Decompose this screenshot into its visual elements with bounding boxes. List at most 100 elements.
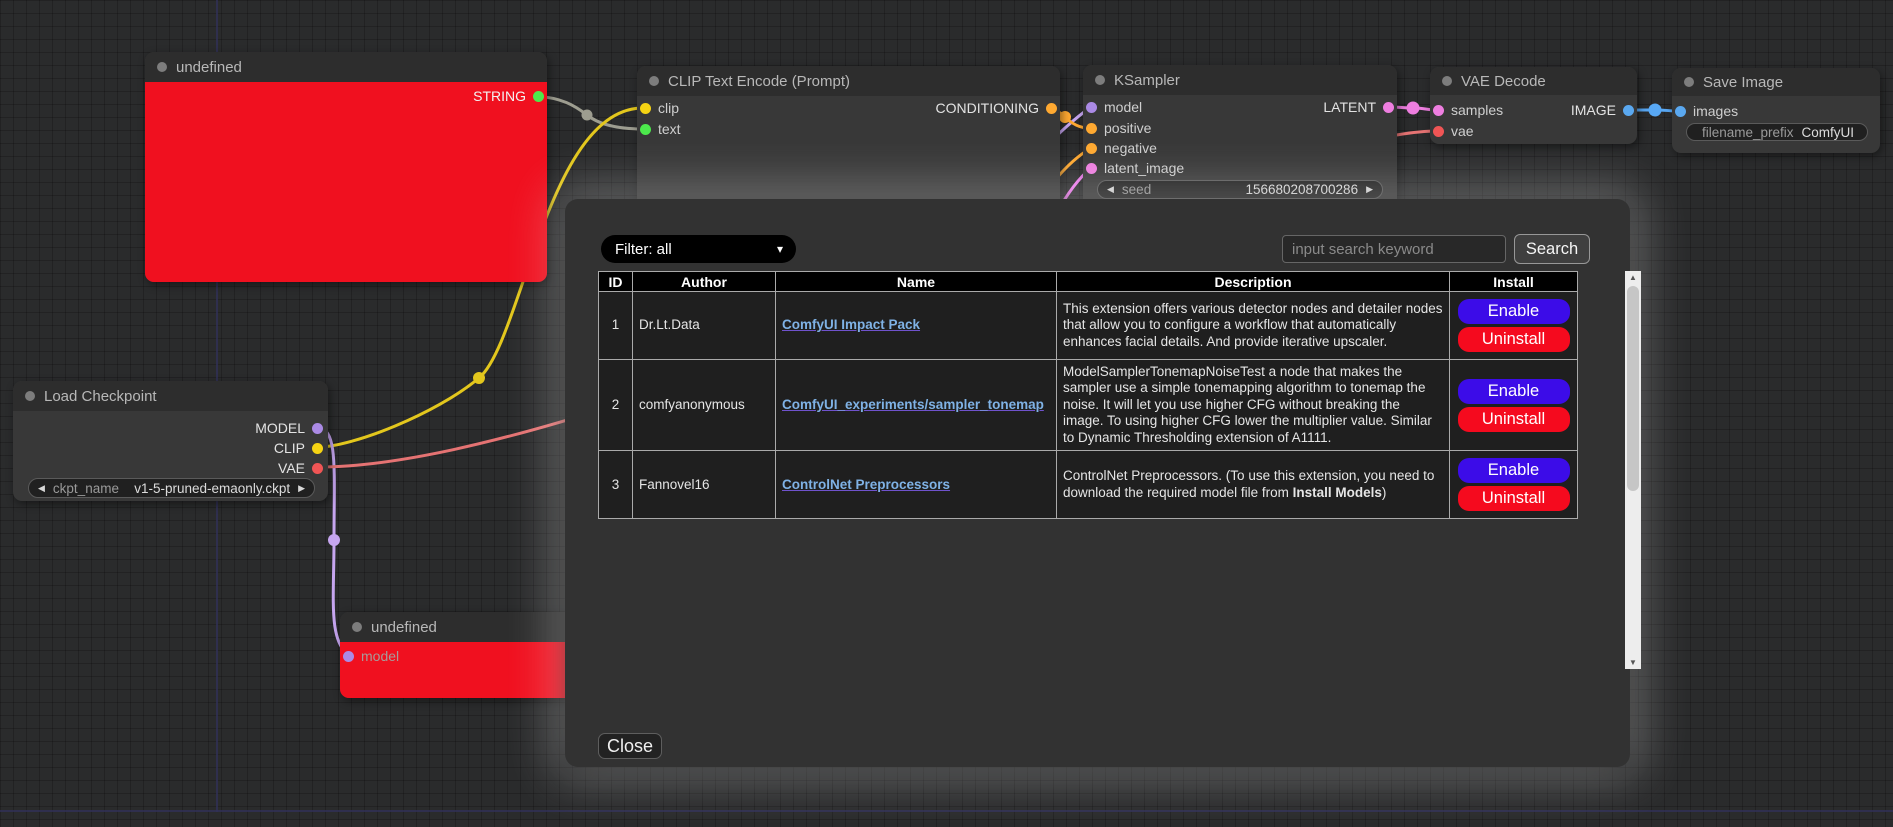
close-button[interactable]: Close <box>598 733 662 759</box>
node-body: images filename_prefix ComfyUI <box>1672 96 1880 153</box>
column-header: ID <box>599 272 633 292</box>
negative-port[interactable] <box>1086 143 1097 154</box>
increment-arrow-icon[interactable]: ▶ <box>1366 184 1373 195</box>
model-port[interactable] <box>312 423 323 434</box>
search-button[interactable]: Search <box>1514 234 1590 264</box>
collapse-dot-icon[interactable] <box>1442 76 1452 86</box>
vae-port[interactable] <box>1433 126 1444 137</box>
text-port[interactable] <box>640 124 651 135</box>
enable-button[interactable]: Enable <box>1458 379 1570 404</box>
node-undefined-top[interactable]: undefined STRING <box>145 52 547 282</box>
collapse-dot-icon[interactable] <box>1684 77 1694 87</box>
scroll-down-icon[interactable]: ▼ <box>1625 656 1641 669</box>
prev-arrow-icon[interactable]: ◀ <box>38 483 45 494</box>
column-header: Install <box>1450 272 1578 292</box>
cell-author: Fannovel16 <box>633 451 776 519</box>
comfyui-canvas[interactable]: { "icons": { "collapse_dot": "●", "chevr… <box>0 0 1893 827</box>
seed-widget[interactable]: ◀ seed 156680208700286 ▶ <box>1097 180 1383 199</box>
filter-select[interactable]: Filter: all <box>601 235 796 263</box>
vae-port[interactable] <box>312 463 323 474</box>
cell-install: Enable Uninstall <box>1450 451 1578 519</box>
cell-author: Dr.Lt.Data <box>633 292 776 360</box>
uninstall-button[interactable]: Uninstall <box>1458 327 1570 352</box>
output-image: IMAGE <box>1571 104 1634 116</box>
image-port[interactable] <box>1623 105 1634 116</box>
node-title: undefined <box>371 619 437 636</box>
clip-port[interactable] <box>312 443 323 454</box>
node-titlebar[interactable]: undefined <box>145 52 547 82</box>
ckpt-name-widget[interactable]: ◀ ckpt_name v1-5-pruned-emaonly.ckpt ▶ <box>28 478 315 498</box>
input-model: model <box>1086 101 1142 113</box>
output-vae: VAE <box>278 462 323 474</box>
table-row: 3 Fannovel16 ControlNet Preprocessors Co… <box>599 451 1578 519</box>
enable-button[interactable]: Enable <box>1458 299 1570 324</box>
cell-name: ComfyUI Impact Pack <box>776 292 1057 360</box>
uninstall-button[interactable]: Uninstall <box>1458 407 1570 432</box>
widget-name: seed <box>1122 182 1151 197</box>
extension-link[interactable]: ComfyUI Impact Pack <box>782 317 920 332</box>
output-clip: CLIP <box>274 442 323 454</box>
enable-button[interactable]: Enable <box>1458 458 1570 483</box>
extension-link[interactable]: ControlNet Preprocessors <box>782 477 950 492</box>
decrement-arrow-icon[interactable]: ◀ <box>1107 184 1114 195</box>
node-title: undefined <box>176 59 242 76</box>
node-titlebar[interactable]: VAE Decode <box>1430 67 1637 95</box>
link-midpoint-dot <box>1649 104 1662 117</box>
model-port[interactable] <box>343 651 354 662</box>
search-input[interactable] <box>1282 235 1506 263</box>
scrollbar-thumb[interactable] <box>1627 286 1639 491</box>
filename-prefix-widget[interactable]: filename_prefix ComfyUI <box>1686 123 1868 141</box>
cell-id: 3 <box>599 451 633 519</box>
collapse-dot-icon[interactable] <box>1095 75 1105 85</box>
samples-port[interactable] <box>1433 105 1444 116</box>
cell-author: comfyanonymous <box>633 360 776 451</box>
manager-dialog: Filter: all ▾ Search IDAuthorNameDescrip… <box>565 199 1630 767</box>
extension-grid: IDAuthorNameDescriptionInstall 1 Dr.Lt.D… <box>598 271 1608 669</box>
node-load-checkpoint[interactable]: Load Checkpoint MODEL CLIP VAE ◀ ckpt_na… <box>13 381 328 501</box>
link-midpoint-dot <box>328 534 340 546</box>
table-scrollbar[interactable]: ▲ ▼ <box>1625 271 1641 669</box>
latent-image-port[interactable] <box>1086 163 1097 174</box>
node-save-image[interactable]: Save Image images filename_prefix ComfyU… <box>1672 68 1880 153</box>
output-string: STRING <box>473 90 544 102</box>
node-titlebar[interactable]: Load Checkpoint <box>13 381 328 411</box>
collapse-dot-icon[interactable] <box>25 391 35 401</box>
node-titlebar[interactable]: Save Image <box>1672 68 1880 96</box>
output-latent: LATENT <box>1323 101 1394 113</box>
conditioning-port[interactable] <box>1046 103 1057 114</box>
node-title: CLIP Text Encode (Prompt) <box>668 73 850 90</box>
scroll-up-icon[interactable]: ▲ <box>1625 271 1641 284</box>
node-vae-decode[interactable]: VAE Decode samples vae IMAGE <box>1430 67 1637 144</box>
collapse-dot-icon[interactable] <box>157 62 167 72</box>
table-header-row: IDAuthorNameDescriptionInstall <box>599 272 1578 292</box>
filter-select-wrap: Filter: all ▾ <box>601 235 796 263</box>
next-arrow-icon[interactable]: ▶ <box>298 483 305 494</box>
node-titlebar[interactable]: KSampler <box>1083 65 1397 95</box>
extension-link[interactable]: ComfyUI_experiments/sampler_tonemap <box>782 397 1044 412</box>
collapse-dot-icon[interactable] <box>649 76 659 86</box>
link-midpoint-dot <box>473 372 485 384</box>
widget-name: filename_prefix <box>1702 125 1794 140</box>
node-body: samples vae IMAGE <box>1430 95 1637 144</box>
string-port[interactable] <box>533 91 544 102</box>
node-titlebar[interactable]: CLIP Text Encode (Prompt) <box>637 66 1060 96</box>
cell-install: Enable Uninstall <box>1450 292 1578 360</box>
collapse-dot-icon[interactable] <box>352 622 362 632</box>
column-header: Author <box>633 272 776 292</box>
positive-port[interactable] <box>1086 123 1097 134</box>
cell-description: ControlNet Preprocessors. (To use this e… <box>1057 451 1450 519</box>
node-title: Save Image <box>1703 74 1783 91</box>
input-clip: clip <box>640 102 679 114</box>
extension-table-body: 1 Dr.Lt.Data ComfyUI Impact Pack This ex… <box>599 292 1578 519</box>
images-port[interactable] <box>1675 106 1686 117</box>
model-port[interactable] <box>1086 102 1097 113</box>
link-midpoint-dot <box>1407 102 1420 115</box>
widget-value: v1-5-pruned-emaonly.ckpt <box>134 481 290 496</box>
latent-port[interactable] <box>1383 102 1394 113</box>
input-samples: samples <box>1433 104 1503 116</box>
uninstall-button[interactable]: Uninstall <box>1458 486 1570 511</box>
cell-id: 1 <box>599 292 633 360</box>
clip-port[interactable] <box>640 103 651 114</box>
output-model: MODEL <box>255 422 323 434</box>
output-conditioning: CONDITIONING <box>936 102 1057 114</box>
